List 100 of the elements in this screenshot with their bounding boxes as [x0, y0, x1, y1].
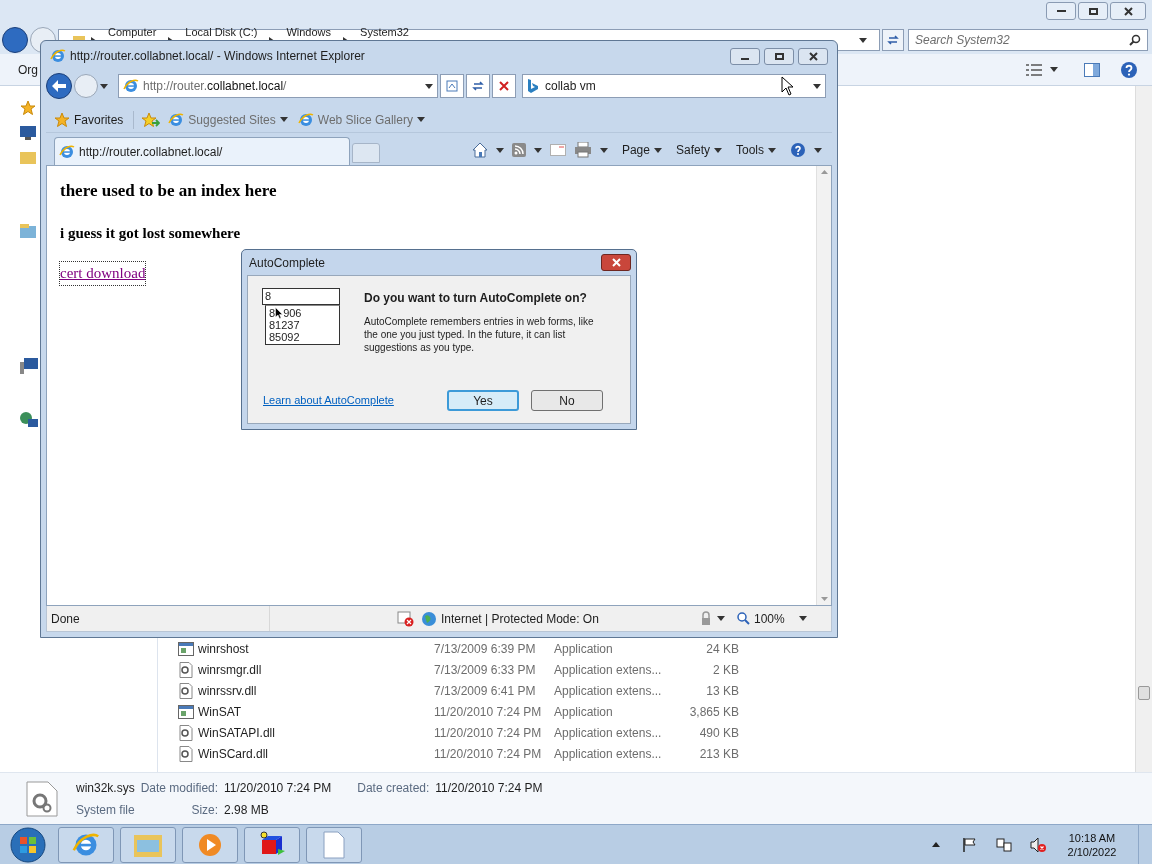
refresh-button[interactable]	[882, 29, 904, 51]
address-text: http://router.collabnet.local/	[143, 78, 288, 95]
file-type: Application extens...	[554, 682, 663, 700]
muted-volume-icon[interactable]	[1030, 836, 1046, 853]
back-button[interactable]	[2, 27, 28, 53]
stop-button[interactable]	[492, 74, 516, 98]
back-button[interactable]	[46, 73, 72, 99]
preview-pane-icon[interactable]	[1084, 62, 1100, 77]
favorites-link[interactable]: Suggested Sites	[168, 110, 288, 129]
close-button[interactable]	[601, 254, 631, 271]
close-button[interactable]	[798, 47, 828, 65]
file-row[interactable]: winrssrv.dll 7/13/2009 6:41 PM Application extens... 13 KB	[158, 680, 1135, 701]
gear-file-icon	[178, 745, 194, 762]
taskbar-button[interactable]	[58, 826, 114, 863]
browser-tab[interactable]: http://router.collabnet.local/	[54, 137, 350, 165]
breadcrumb-item[interactable]: Computer	[108, 26, 157, 38]
caret-icon[interactable]	[798, 616, 807, 621]
caret-icon[interactable]	[533, 147, 542, 153]
flag-icon[interactable]	[962, 836, 978, 853]
compatibility-button[interactable]	[440, 74, 464, 98]
file-row[interactable]: WinSAT 11/20/2010 7:24 PM Application 3,865 KB	[158, 701, 1135, 722]
show-hidden-icons-button[interactable]	[932, 842, 940, 847]
caret-icon[interactable]	[653, 147, 662, 153]
caret-icon[interactable]	[495, 147, 504, 153]
caret-icon[interactable]	[100, 83, 108, 89]
minimize-button[interactable]	[730, 47, 760, 65]
file-row[interactable]: WinSCard.dll 11/20/2010 7:24 PM Application extens... 213 KB	[158, 743, 1135, 764]
close-button[interactable]	[1110, 2, 1146, 20]
home-icon[interactable]	[471, 142, 488, 158]
refresh-button[interactable]	[466, 74, 490, 98]
file-size: 490 KB	[698, 724, 739, 742]
taskbar-button[interactable]	[306, 826, 362, 863]
detail-label: Size:	[190, 802, 219, 819]
suggestion-item[interactable]: 8 906	[269, 307, 336, 319]
caret-icon[interactable]	[814, 147, 822, 153]
library-icon	[20, 224, 36, 238]
file-name: winrsmgr.dll	[197, 661, 263, 679]
feed-icon[interactable]	[511, 143, 526, 157]
command-menu[interactable]: Safety	[675, 141, 722, 159]
favorites-link[interactable]: Web Slice Gallery	[297, 110, 425, 129]
command-menu[interactable]: Page	[621, 141, 662, 159]
help-icon[interactable]	[790, 142, 806, 158]
start-button[interactable]	[8, 825, 48, 864]
file-row[interactable]: winrshost 7/13/2009 6:39 PM Application 24 KB	[158, 638, 1135, 659]
file-size: 213 KB	[698, 745, 739, 763]
page-heading: there used to be an index here	[60, 180, 277, 202]
page-subheading: i guess it got lost somewhere	[60, 223, 241, 243]
favorites-button[interactable]: Favorites	[54, 110, 135, 129]
suggestion-list[interactable]: 8 906 81237 85092	[265, 305, 340, 345]
taskbar-button[interactable]	[244, 826, 300, 863]
caret-icon[interactable]	[717, 616, 725, 621]
caret-icon[interactable]	[859, 37, 867, 43]
scrollbar[interactable]	[1135, 86, 1152, 772]
scroll-up-icon	[820, 170, 828, 174]
command-menu[interactable]: Tools	[736, 141, 776, 159]
help-icon[interactable]	[1120, 60, 1138, 79]
file-date: 7/13/2009 6:39 PM	[434, 640, 537, 658]
maximize-button[interactable]	[764, 47, 794, 65]
help-link[interactable]: Learn about AutoComplete	[263, 392, 394, 409]
desktop-icon	[20, 126, 36, 140]
breadcrumb-item[interactable]: Local Disk (C:)	[185, 26, 258, 38]
file-date: 7/13/2009 6:33 PM	[434, 661, 537, 679]
sample-input-field[interactable]: 8	[262, 288, 340, 305]
search-field[interactable]: Search System32	[908, 29, 1148, 51]
scrollbar[interactable]	[816, 166, 831, 605]
caret-icon[interactable]	[279, 117, 288, 122]
view-icon[interactable]	[1026, 63, 1042, 76]
download-link[interactable]: cert download	[60, 262, 146, 285]
caret-icon[interactable]	[599, 147, 608, 153]
network-icon[interactable]	[996, 836, 1012, 853]
minimize-button[interactable]	[1046, 2, 1076, 20]
clock[interactable]: 10:18 AM 2/10/2022	[1052, 830, 1132, 859]
breadcrumb-item[interactable]: Windows	[286, 26, 332, 38]
breadcrumb-item[interactable]: System32	[360, 26, 409, 38]
address-bar[interactable]: http://router.collabnet.local/	[118, 74, 438, 98]
caret-icon[interactable]	[416, 117, 425, 122]
printer-icon[interactable]	[573, 142, 592, 158]
organize-menu[interactable]: Org	[18, 60, 38, 79]
dialog-button[interactable]: Yes	[447, 390, 519, 411]
file-row[interactable]: winrsmgr.dll 7/13/2009 6:33 PM Application extens... 2 KB	[158, 659, 1135, 680]
file-type: Application	[554, 640, 614, 658]
zoom-control[interactable]: 100%	[737, 609, 785, 628]
search-field[interactable]: collab vm	[522, 74, 826, 98]
file-name: WinSAT	[197, 703, 243, 721]
file-type: System file	[76, 802, 135, 819]
caret-icon[interactable]	[813, 83, 821, 89]
dialog-button[interactable]: No	[531, 390, 603, 411]
caret-icon[interactable]	[425, 83, 433, 89]
restore-button[interactable]	[1078, 2, 1108, 20]
search-engine-icon	[527, 79, 539, 93]
file-type: Application extens...	[554, 724, 663, 742]
caret-icon[interactable]	[714, 147, 722, 153]
file-name: WinSATAPI.dll	[197, 724, 276, 742]
suggestion-item[interactable]: 85092	[269, 331, 336, 343]
caret-icon[interactable]	[768, 147, 776, 153]
file-row[interactable]: WinSATAPI.dll 11/20/2010 7:24 PM Application extens... 490 KB	[158, 722, 1135, 743]
file-size: 24 KB	[705, 640, 739, 658]
suggestion-item[interactable]: 81237	[269, 319, 336, 331]
caret-icon[interactable]	[1050, 67, 1058, 72]
taskbar-button[interactable]	[182, 826, 238, 863]
